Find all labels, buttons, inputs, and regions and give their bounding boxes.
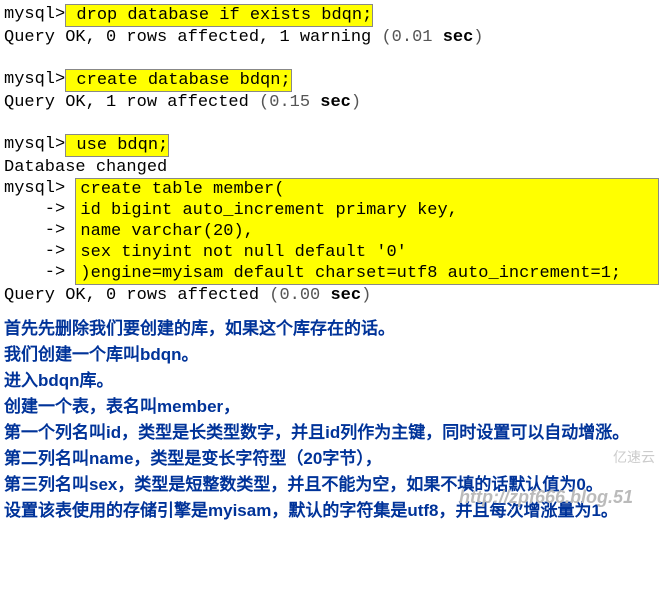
- explain-line: 第三列名叫sex，类型是短整数类型，并且不能为空，如果不填的话默认值为0。: [4, 472, 659, 498]
- db-changed-msg: Database changed: [4, 157, 659, 178]
- create-table-line4: sex tinyint not null default '0': [80, 242, 654, 263]
- explain-line: 首先先删除我们要创建的库，如果这个库存在的话。: [4, 316, 659, 342]
- terminal-line: mysql> create database bdqn;: [4, 69, 659, 92]
- create-table-line3: name varchar(20),: [80, 221, 654, 242]
- terminal-line: mysql> use bdqn;: [4, 134, 659, 157]
- create-table-block: mysql> -> -> -> -> create table member( …: [4, 178, 659, 285]
- query-result: Query OK, 0 rows affected (0.00 sec): [4, 285, 659, 306]
- blank-line: [4, 48, 659, 69]
- explain-line: 第一个列名叫id，类型是长类型数字，并且id列作为主键，同时设置可以自动增涨。: [4, 420, 659, 446]
- mysql-prompt: mysql>: [4, 5, 65, 24]
- mysql-prompt: mysql>: [4, 135, 65, 154]
- explanation-block: 首先先删除我们要创建的库，如果这个库存在的话。 我们创建一个库叫bdqn。 进入…: [4, 316, 659, 524]
- explain-line: 进入bdqn库。: [4, 368, 659, 394]
- explain-line: 设置该表使用的存储引擎是myisam，默认的字符集是utf8，并且每次增涨量为1…: [4, 498, 659, 524]
- prompt-column: mysql> -> -> -> ->: [4, 178, 75, 283]
- sql-cmd-use-db: use bdqn;: [65, 134, 169, 157]
- create-table-line2: id bigint auto_increment primary key,: [80, 200, 654, 221]
- query-result: Query OK, 1 row affected (0.15 sec): [4, 92, 659, 113]
- sql-cmd-create-table: create table member( id bigint auto_incr…: [75, 178, 659, 285]
- terminal-line: mysql> drop database if exists bdqn;: [4, 4, 659, 27]
- explain-line: 我们创建一个库叫bdqn。: [4, 342, 659, 368]
- mysql-prompt: mysql>: [4, 70, 65, 89]
- create-table-line1: create table member(: [80, 179, 654, 200]
- sql-cmd-create-db: create database bdqn;: [65, 69, 291, 92]
- query-result: Query OK, 0 rows affected, 1 warning (0.…: [4, 27, 659, 48]
- explain-line: 第二列名叫name，类型是变长字符型（20字节），: [4, 446, 659, 472]
- create-table-line5: )engine=myisam default charset=utf8 auto…: [80, 263, 654, 284]
- sql-cmd-drop-db: drop database if exists bdqn;: [65, 4, 373, 27]
- explain-line: 创建一个表，表名叫member，: [4, 394, 659, 420]
- blank-line: [4, 113, 659, 134]
